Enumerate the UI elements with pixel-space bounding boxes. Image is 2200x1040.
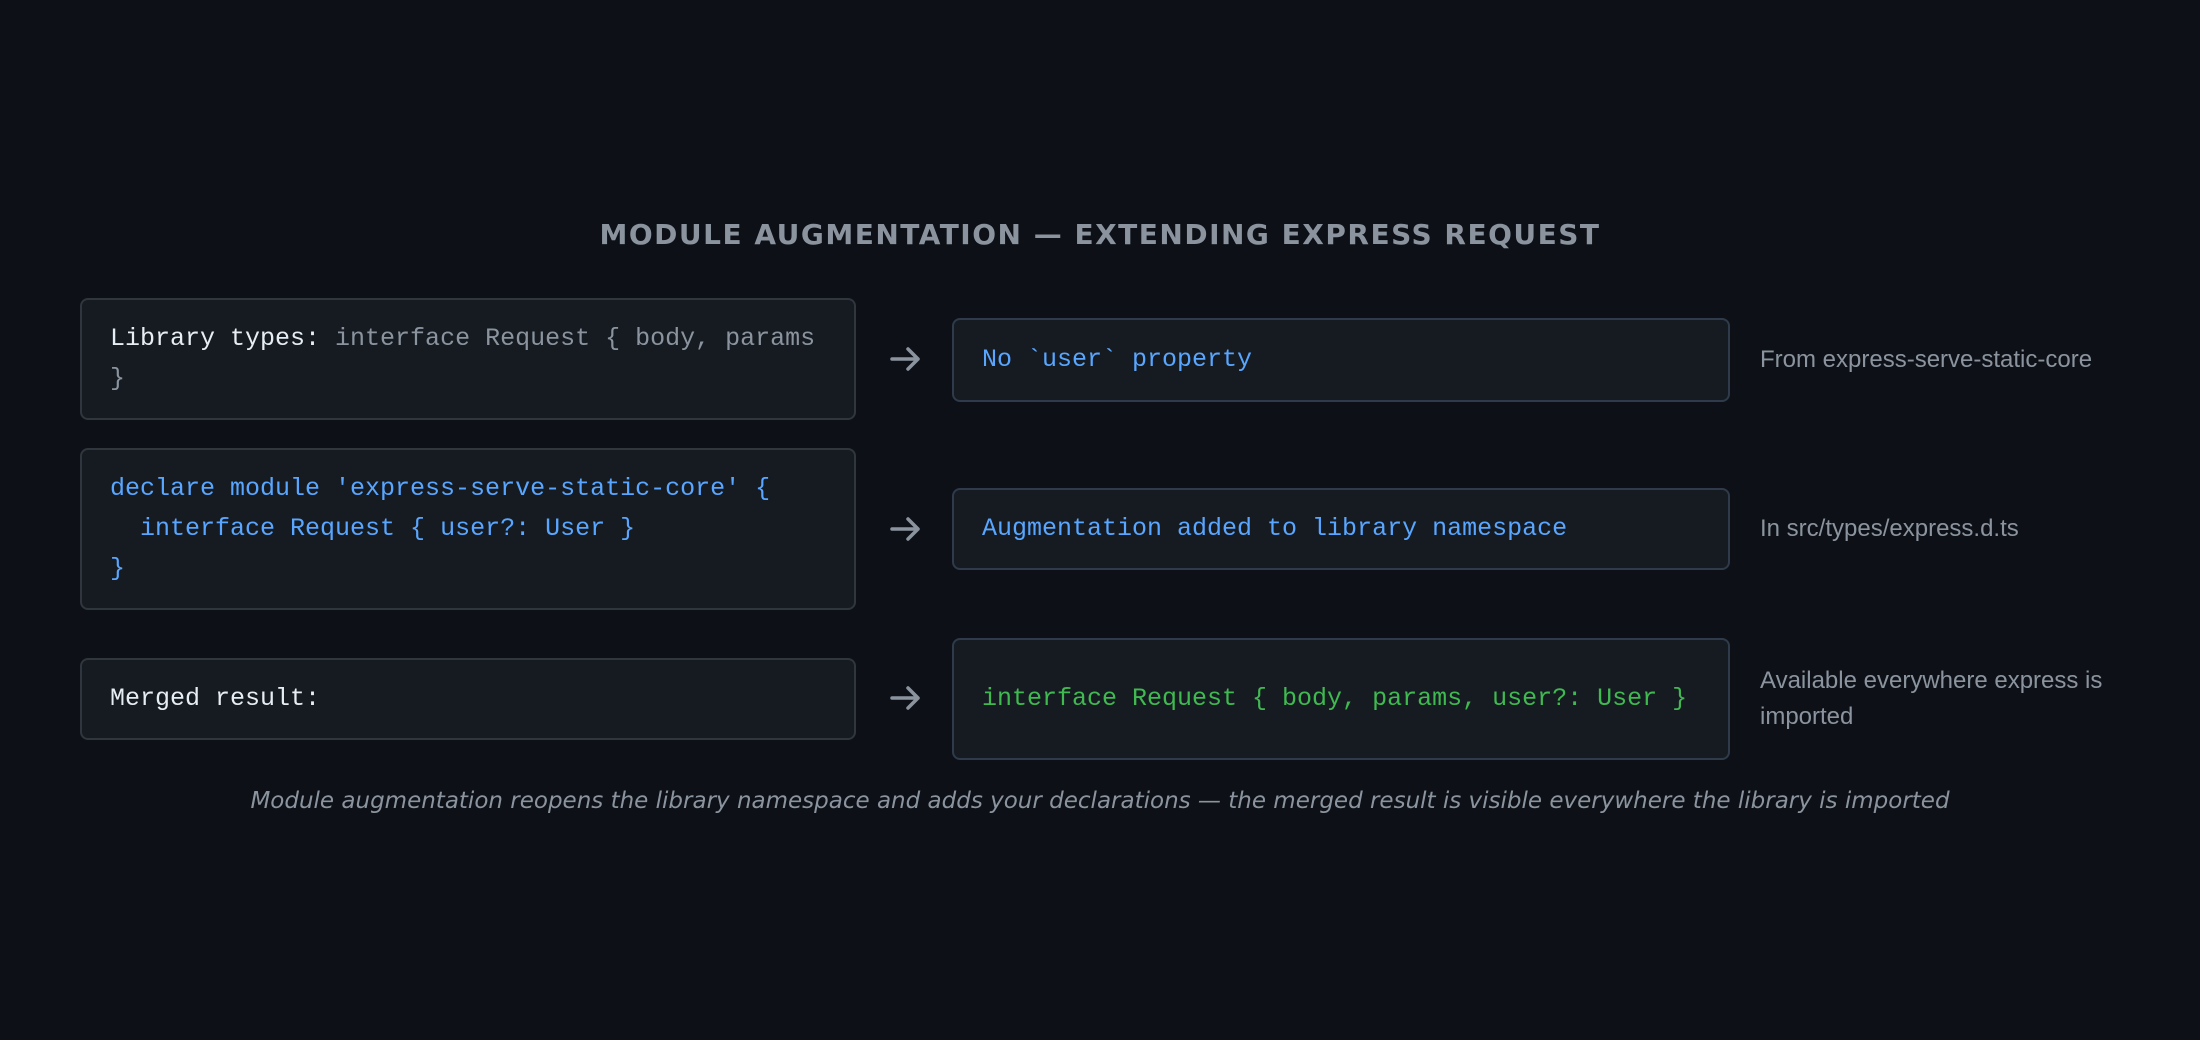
library-types-box: Library types: interface Request { body,…: [80, 298, 856, 420]
no-user-property-text: No `user` property: [982, 345, 1253, 374]
arrow-right-icon: [890, 686, 920, 710]
no-user-property-box: No `user` property: [952, 318, 1730, 402]
augmentation-added-box: Augmentation added to library namespace: [952, 488, 1730, 570]
diagram-caption: Module augmentation reopens the library …: [250, 788, 1950, 814]
merged-interface-code: interface Request { body, params, user?:…: [982, 684, 1688, 713]
merged-interface-box: interface Request { body, params, user?:…: [952, 638, 1730, 760]
declare-module-code: declare module 'express-serve-static-cor…: [110, 474, 771, 583]
arrow-right-icon: [890, 517, 920, 541]
library-types-label: Library types:: [110, 324, 336, 353]
diagram-title: MODULE AUGMENTATION — EXTENDING EXPRESS …: [599, 218, 1601, 251]
note-source-library: From express-serve-static-core: [1760, 346, 2093, 373]
augmentation-added-text: Augmentation added to library namespace: [982, 514, 1568, 543]
note-declaration-file: In src/types/express.d.ts: [1760, 515, 2019, 542]
declare-module-box: declare module 'express-serve-static-cor…: [80, 448, 856, 610]
note-availability: Available everywhere express is imported: [1760, 667, 2103, 730]
merged-result-label: Merged result:: [110, 684, 321, 713]
arrow-right-icon: [890, 347, 920, 371]
merged-result-box: Merged result:: [80, 658, 856, 740]
